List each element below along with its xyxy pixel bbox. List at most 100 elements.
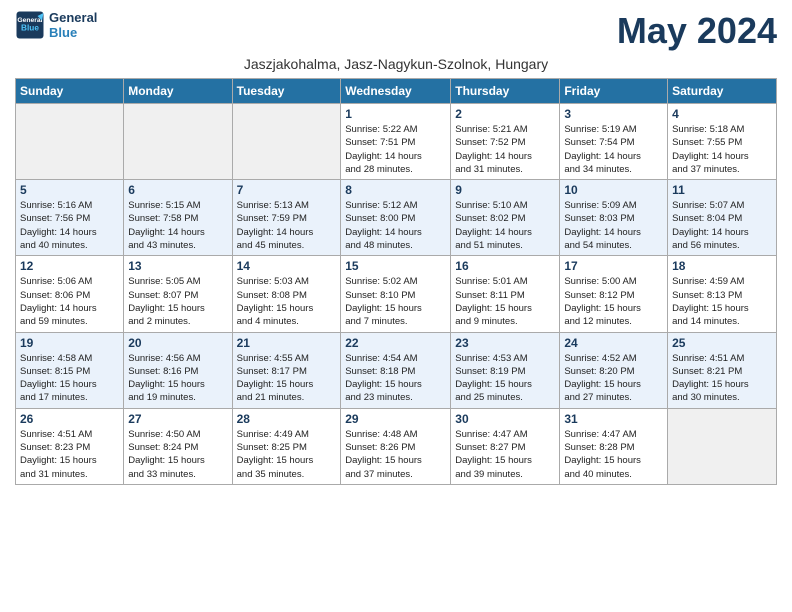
day-number: 16 xyxy=(455,259,555,273)
day-info: Sunrise: 5:03 AM Sunset: 8:08 PM Dayligh… xyxy=(237,275,337,328)
calendar-day-cell: 10Sunrise: 5:09 AM Sunset: 8:03 PM Dayli… xyxy=(560,180,668,256)
month-title: May 2024 xyxy=(617,10,777,52)
calendar-day-cell: 11 Sunrise: 5:07 AM Sunset: 8:04 PM Dayli… xyxy=(668,180,777,256)
day-number: 23 xyxy=(455,336,555,350)
logo-text: General Blue xyxy=(49,10,97,40)
calendar-day-cell: 18 Sunrise: 4:59 AM Sunset: 8:13 PM Dayli… xyxy=(668,256,777,332)
calendar-day-cell: 29 Sunrise: 4:48 AM Sunset: 8:26 PM Dayli… xyxy=(341,408,451,484)
day-info: Sunrise: 5:02 AM Sunset: 8:10 PM Dayligh… xyxy=(345,275,446,328)
calendar-day-cell: 17 Sunrise: 5:00 AM Sunset: 8:12 PM Dayli… xyxy=(560,256,668,332)
day-info: Sunrise: 5:13 AM Sunset: 7:59 PM Dayligh… xyxy=(237,199,337,252)
day-header-wednesday: Wednesday xyxy=(341,79,451,104)
calendar-day-cell: 13 Sunrise: 5:05 AM Sunset: 8:07 PM Dayli… xyxy=(124,256,232,332)
day-info: Sunrise: 5:06 AM Sunset: 8:06 PM Dayligh… xyxy=(20,275,119,328)
day-number: 7 xyxy=(237,183,337,197)
calendar-day-cell: 26 Sunrise: 4:51 AM Sunset: 8:23 PM Dayli… xyxy=(16,408,124,484)
calendar-day-cell: 1Sunrise: 5:22 AM Sunset: 7:51 PM Daylig… xyxy=(341,104,451,180)
day-number: 28 xyxy=(237,412,337,426)
calendar-day-cell xyxy=(16,104,124,180)
calendar-week-row: 12 Sunrise: 5:06 AM Sunset: 8:06 PM Dayli… xyxy=(16,256,777,332)
calendar-day-cell xyxy=(668,408,777,484)
day-number: 5 xyxy=(20,183,119,197)
day-number: 1 xyxy=(345,107,446,121)
calendar-day-cell: 15Sunrise: 5:02 AM Sunset: 8:10 PM Dayli… xyxy=(341,256,451,332)
day-number: 27 xyxy=(128,412,227,426)
day-header-tuesday: Tuesday xyxy=(232,79,341,104)
day-info: Sunrise: 5:00 AM Sunset: 8:12 PM Dayligh… xyxy=(564,275,663,328)
day-info: Sunrise: 5:01 AM Sunset: 8:11 PM Dayligh… xyxy=(455,275,555,328)
day-number: 25 xyxy=(672,336,772,350)
day-info: Sunrise: 4:51 AM Sunset: 8:21 PM Dayligh… xyxy=(672,352,772,405)
day-info: Sunrise: 4:55 AM Sunset: 8:17 PM Dayligh… xyxy=(237,352,337,405)
day-info: Sunrise: 4:51 AM Sunset: 8:23 PM Dayligh… xyxy=(20,428,119,481)
calendar-day-cell: 14 Sunrise: 5:03 AM Sunset: 8:08 PM Dayli… xyxy=(232,256,341,332)
calendar-day-cell: 4 Sunrise: 5:18 AM Sunset: 7:55 PM Daylig… xyxy=(668,104,777,180)
day-info: Sunrise: 4:48 AM Sunset: 8:26 PM Dayligh… xyxy=(345,428,446,481)
calendar-day-cell: 24Sunrise: 4:52 AM Sunset: 8:20 PM Dayli… xyxy=(560,332,668,408)
day-info: Sunrise: 4:53 AM Sunset: 8:19 PM Dayligh… xyxy=(455,352,555,405)
day-info: Sunrise: 5:16 AM Sunset: 7:56 PM Dayligh… xyxy=(20,199,119,252)
svg-text:Blue: Blue xyxy=(21,23,39,32)
day-number: 22 xyxy=(345,336,446,350)
calendar-day-cell: 9Sunrise: 5:10 AM Sunset: 8:02 PM Daylig… xyxy=(451,180,560,256)
day-info: Sunrise: 5:10 AM Sunset: 8:02 PM Dayligh… xyxy=(455,199,555,252)
calendar-day-cell: 19Sunrise: 4:58 AM Sunset: 8:15 PM Dayli… xyxy=(16,332,124,408)
calendar-week-row: 26 Sunrise: 4:51 AM Sunset: 8:23 PM Dayli… xyxy=(16,408,777,484)
day-number: 20 xyxy=(128,336,227,350)
day-number: 31 xyxy=(564,412,663,426)
calendar-day-cell: 3Sunrise: 5:19 AM Sunset: 7:54 PM Daylig… xyxy=(560,104,668,180)
day-number: 17 xyxy=(564,259,663,273)
day-number: 4 xyxy=(672,107,772,121)
day-number: 10 xyxy=(564,183,663,197)
day-number: 30 xyxy=(455,412,555,426)
day-number: 21 xyxy=(237,336,337,350)
calendar-day-cell: 20 Sunrise: 4:56 AM Sunset: 8:16 PM Dayli… xyxy=(124,332,232,408)
calendar-day-cell: 6Sunrise: 5:15 AM Sunset: 7:58 PM Daylig… xyxy=(124,180,232,256)
calendar-subtitle: Jaszjakohalma, Jasz-Nagykun-Szolnok, Hun… xyxy=(15,56,777,72)
calendar-day-cell: 30 Sunrise: 4:47 AM Sunset: 8:27 PM Dayli… xyxy=(451,408,560,484)
day-info: Sunrise: 4:58 AM Sunset: 8:15 PM Dayligh… xyxy=(20,352,119,405)
day-number: 18 xyxy=(672,259,772,273)
day-info: Sunrise: 5:21 AM Sunset: 7:52 PM Dayligh… xyxy=(455,123,555,176)
day-number: 14 xyxy=(237,259,337,273)
day-header-thursday: Thursday xyxy=(451,79,560,104)
calendar-day-cell: 5 Sunrise: 5:16 AM Sunset: 7:56 PM Daylig… xyxy=(16,180,124,256)
day-info: Sunrise: 5:12 AM Sunset: 8:00 PM Dayligh… xyxy=(345,199,446,252)
day-header-saturday: Saturday xyxy=(668,79,777,104)
calendar-week-row: 19Sunrise: 4:58 AM Sunset: 8:15 PM Dayli… xyxy=(16,332,777,408)
day-header-monday: Monday xyxy=(124,79,232,104)
day-info: Sunrise: 4:50 AM Sunset: 8:24 PM Dayligh… xyxy=(128,428,227,481)
calendar-day-cell: 27 Sunrise: 4:50 AM Sunset: 8:24 PM Dayli… xyxy=(124,408,232,484)
day-info: Sunrise: 4:54 AM Sunset: 8:18 PM Dayligh… xyxy=(345,352,446,405)
day-number: 26 xyxy=(20,412,119,426)
day-info: Sunrise: 5:07 AM Sunset: 8:04 PM Dayligh… xyxy=(672,199,772,252)
day-number: 11 xyxy=(672,183,772,197)
day-info: Sunrise: 5:05 AM Sunset: 8:07 PM Dayligh… xyxy=(128,275,227,328)
page-header: General Blue General Blue May 2024 xyxy=(15,10,777,52)
day-info: Sunrise: 4:47 AM Sunset: 8:28 PM Dayligh… xyxy=(564,428,663,481)
calendar-day-cell: 25 Sunrise: 4:51 AM Sunset: 8:21 PM Dayli… xyxy=(668,332,777,408)
day-number: 6 xyxy=(128,183,227,197)
day-info: Sunrise: 4:49 AM Sunset: 8:25 PM Dayligh… xyxy=(237,428,337,481)
day-number: 29 xyxy=(345,412,446,426)
logo-icon: General Blue xyxy=(15,10,45,40)
day-info: Sunrise: 4:56 AM Sunset: 8:16 PM Dayligh… xyxy=(128,352,227,405)
day-info: Sunrise: 4:47 AM Sunset: 8:27 PM Dayligh… xyxy=(455,428,555,481)
day-number: 12 xyxy=(20,259,119,273)
day-header-sunday: Sunday xyxy=(16,79,124,104)
day-number: 24 xyxy=(564,336,663,350)
calendar-day-cell: 22 Sunrise: 4:54 AM Sunset: 8:18 PM Dayli… xyxy=(341,332,451,408)
calendar-day-cell: 8Sunrise: 5:12 AM Sunset: 8:00 PM Daylig… xyxy=(341,180,451,256)
day-number: 2 xyxy=(455,107,555,121)
day-info: Sunrise: 5:18 AM Sunset: 7:55 PM Dayligh… xyxy=(672,123,772,176)
calendar-day-cell xyxy=(124,104,232,180)
day-number: 13 xyxy=(128,259,227,273)
calendar-day-cell: 16 Sunrise: 5:01 AM Sunset: 8:11 PM Dayli… xyxy=(451,256,560,332)
calendar-day-cell: 21 Sunrise: 4:55 AM Sunset: 8:17 PM Dayli… xyxy=(232,332,341,408)
calendar-day-cell: 31 Sunrise: 4:47 AM Sunset: 8:28 PM Dayli… xyxy=(560,408,668,484)
calendar-week-row: 5 Sunrise: 5:16 AM Sunset: 7:56 PM Daylig… xyxy=(16,180,777,256)
calendar-header-row: SundayMondayTuesdayWednesdayThursdayFrid… xyxy=(16,79,777,104)
calendar-table: SundayMondayTuesdayWednesdayThursdayFrid… xyxy=(15,78,777,485)
logo: General Blue General Blue xyxy=(15,10,97,40)
day-info: Sunrise: 4:59 AM Sunset: 8:13 PM Dayligh… xyxy=(672,275,772,328)
